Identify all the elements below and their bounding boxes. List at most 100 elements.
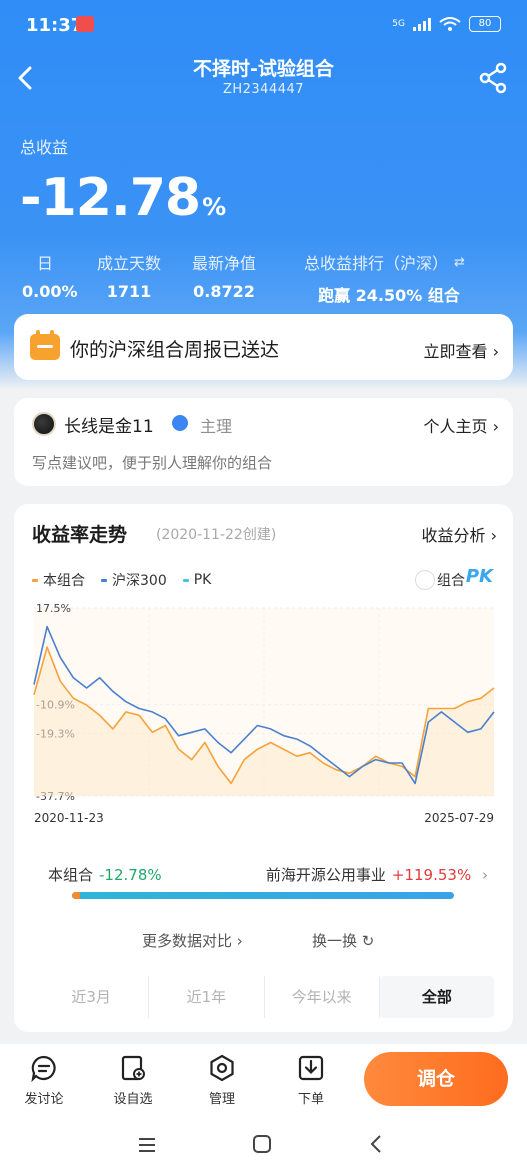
comparison-left: 本组合 -12.78%: [48, 864, 162, 885]
refresh-icon: ↻: [361, 932, 375, 950]
chevron-right-icon: ›: [492, 342, 499, 361]
network-type: 5G: [392, 19, 405, 29]
total-return-unit: %: [202, 193, 226, 221]
legend-label: 沪深300: [112, 573, 167, 589]
chart-title: 收益率走势: [32, 524, 128, 546]
owner-role: 主理: [200, 417, 233, 436]
wifi-icon: [439, 17, 461, 31]
view-now-label: 立即查看: [423, 342, 488, 361]
pk-badge[interactable]: PK: [466, 566, 493, 587]
status-time: 11:37: [26, 15, 84, 36]
swap-link[interactable]: 换一换 ↻: [312, 930, 374, 951]
return-analysis-link[interactable]: 收益分析 ›: [421, 522, 497, 546]
stat-label: 成立天数: [96, 254, 161, 273]
watchlist-icon: [121, 1055, 145, 1081]
stat-nav: 最新净值 0.8722: [182, 250, 266, 301]
home-icon[interactable]: [251, 1133, 273, 1155]
notification-icon: [76, 16, 94, 32]
recent-apps-icon[interactable]: [136, 1134, 158, 1156]
hexagon-settings-icon: [210, 1054, 234, 1082]
tab-ytd[interactable]: 今年以来: [265, 976, 380, 1018]
legend-swatch: [182, 578, 189, 582]
legend-label: 本组合: [43, 573, 85, 589]
comparison-bar: [72, 892, 454, 899]
swap-label: 换一换: [312, 932, 358, 950]
toolbar-label: 下单: [297, 1092, 324, 1107]
profile-link-label: 个人主页: [423, 417, 488, 436]
legend-item[interactable]: 沪深300: [101, 570, 167, 590]
stat-ranking[interactable]: 总收益排行（沪深） ⇄ 跑赢 24.50% 组合: [304, 250, 474, 306]
toolbar-label: 管理: [208, 1092, 235, 1107]
tab-3-months[interactable]: 近3月: [34, 976, 150, 1018]
legend-item[interactable]: PK: [182, 570, 212, 590]
stat-value: 0.00%: [22, 282, 78, 301]
signal-icon: [413, 17, 431, 31]
comparison-right-value: +119.53%: [391, 866, 472, 884]
more-data-label: 更多数据对比: [142, 932, 233, 950]
comparison-left-value: -12.78%: [99, 866, 162, 884]
weekly-report-banner[interactable]: 你的沪深组合周报已送达 立即查看 ›: [14, 314, 513, 380]
chat-bubble-icon: [31, 1055, 56, 1082]
more-data-link[interactable]: 更多数据对比 ›: [142, 930, 243, 951]
stat-daily: 日 0.00%: [22, 250, 78, 301]
manage-button[interactable]: 管理: [192, 1054, 252, 1107]
return-analysis-label: 收益分析: [421, 526, 486, 545]
place-order-button[interactable]: 下单: [281, 1054, 341, 1107]
avatar[interactable]: [32, 412, 56, 436]
stat-value: 1711: [106, 282, 152, 301]
legend-item[interactable]: 本组合: [32, 570, 85, 590]
comparison-row[interactable]: 本组合 -12.78% 前海开源公用事业 +119.53% ›: [48, 860, 488, 888]
y-tick-label: 17.5%: [36, 602, 71, 615]
post-discussion-button[interactable]: 发讨论: [14, 1054, 74, 1107]
toolbar-label: 发讨论: [24, 1092, 64, 1107]
system-navigation-bar: [0, 1124, 527, 1172]
bottom-toolbar: 发讨论 设自选 管理 下单 调仓: [0, 1044, 527, 1124]
ranking-label: 总收益排行（沪深）: [304, 254, 449, 273]
stat-value: 跑赢 24.50% 组合: [318, 286, 460, 305]
tab-all[interactable]: 全部: [379, 976, 494, 1018]
period-tabs: 近3月 近1年 今年以来 全部: [34, 976, 494, 1018]
legend-swatch: [101, 578, 107, 582]
return-trend-card: 收益率走势 (2020-11-22创建) 收益分析 › 本组合 沪深300 PK…: [14, 504, 513, 1032]
share-icon[interactable]: [477, 60, 511, 96]
report-text: 你的沪深组合周报已送达: [70, 339, 280, 361]
battery-indicator: 80: [469, 16, 501, 32]
add-watchlist-button[interactable]: 设自选: [103, 1054, 163, 1107]
description-prompt[interactable]: 写点建议吧，便于别人理解你的组合: [32, 452, 272, 473]
pk-toggle[interactable]: [415, 570, 435, 590]
calendar-icon: [30, 330, 60, 360]
stat-days: 成立天数 1711: [92, 250, 166, 301]
stat-value: 0.8722: [193, 282, 255, 301]
x-axis-start-label: 2020-11-23: [34, 811, 104, 825]
owner-card: 长线是金11 主理 个人主页 › 写点建议吧，便于别人理解你的组合: [14, 398, 513, 486]
pk-label[interactable]: 组合: [437, 570, 465, 590]
verified-badge-icon: [172, 415, 188, 431]
system-back-icon[interactable]: [366, 1133, 388, 1155]
profile-link[interactable]: 个人主页 ›: [423, 413, 499, 437]
view-now-link[interactable]: 立即查看 ›: [423, 338, 499, 362]
x-axis-end-label: 2025-07-29: [424, 811, 494, 825]
chevron-right-icon: ›: [236, 932, 243, 950]
portfolio-code: ZH2344447: [222, 82, 305, 97]
toolbar-label: 设自选: [113, 1092, 153, 1107]
created-date: (2020-11-22创建): [156, 527, 277, 543]
chevron-right-icon: ›: [490, 526, 497, 545]
stat-label: 日: [36, 254, 53, 273]
return-chart[interactable]: 17.5%-10.9%-19.3%-37.7%2020-11-232025-07…: [14, 600, 513, 840]
tab-1-year[interactable]: 近1年: [149, 976, 265, 1018]
legend-swatch: [32, 578, 38, 582]
download-icon: [298, 1055, 324, 1081]
comparison-bar-left: [72, 892, 80, 899]
owner-name[interactable]: 长线是金11: [64, 412, 154, 437]
page-title: 不择时-试验组合: [193, 58, 334, 80]
legend-label: PK: [193, 572, 212, 588]
comparison-left-label: 本组合: [48, 866, 94, 884]
rebalance-button[interactable]: 调仓: [364, 1052, 508, 1106]
comparison-right: 前海开源公用事业 +119.53% ›: [266, 864, 488, 885]
status-bar: 11:37 5G 80: [0, 0, 527, 50]
switch-icon[interactable]: ⇄: [454, 255, 465, 270]
total-return-value: -12.78%: [20, 168, 226, 228]
total-return-label: 总收益: [20, 138, 69, 157]
chart-legend: 本组合 沪深300 PK: [32, 570, 211, 590]
stat-label: 总收益排行（沪深） ⇄: [304, 250, 474, 274]
